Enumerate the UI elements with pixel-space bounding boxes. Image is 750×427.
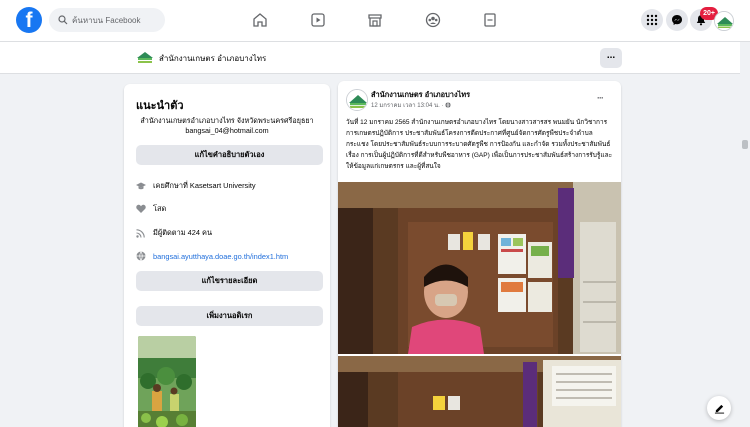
intro-bio: สำนักงานเกษตรอำเภอบางไทร จังหวัดพระนครศร… [136,116,318,136]
compose-icon [714,404,724,414]
search-icon [58,15,68,25]
messenger-icon[interactable] [666,9,688,31]
globe-icon [136,251,146,261]
menu-grid-icon[interactable] [641,9,663,31]
followers-row: มีผู้ติดตาม 424 คน [136,227,212,239]
post-timestamp[interactable]: 12 มกราคม เวลา 13:04 น. · [371,100,451,110]
bio-email: bangsai_04@hotmail.com [185,126,269,135]
post-text: วันที่ 12 มกราคม 2565 สำนักงานเกษตรอำเภอ… [346,119,613,170]
post-photo-2[interactable] [338,356,621,427]
post-card: สำนักงานเกษตร อำเภอบางไทร 12 มกราคม เวลา… [338,81,621,427]
search-box[interactable] [49,8,165,32]
relationship-text: โสด [153,204,167,213]
intro-title: แนะนำตัว [136,100,184,112]
page-name[interactable]: สำนักงานเกษตร อำเภอบางไทร [159,52,266,65]
marketplace-icon[interactable] [364,9,386,31]
edit-bio-button[interactable]: แก้ไขคำอธิบายตัวเอง [136,145,323,165]
intro-card: แนะนำตัว สำนักงานเกษตรอำเภอบางไทร จังหวั… [124,84,330,427]
post-author-avatar[interactable] [346,89,368,111]
followers-text: มีผู้ติดตาม 424 คน [153,228,213,237]
profile-avatar[interactable] [714,11,734,31]
search-input[interactable] [72,15,162,25]
add-hobbies-button[interactable]: เพิ่มงานอดิเรก [136,306,323,326]
education-text: เคยศึกษาที่ Kasetsart University [153,181,256,190]
graduation-cap-icon [136,182,146,190]
news-feed-icon[interactable] [479,9,501,31]
website-link[interactable]: bangsai.ayutthaya.doae.go.th/index1.htm [153,252,288,261]
website-row: bangsai.ayutthaya.doae.go.th/index1.htm [136,251,288,261]
scrollbar-track[interactable] [740,42,750,427]
heart-icon [136,204,146,213]
post-time-text: 12 มกราคม เวลา 13:04 น. · [371,103,446,109]
rss-feed-icon [136,229,145,238]
education-row: เคยศึกษาที่ Kasetsart University [136,180,256,192]
featured-photo[interactable] [138,336,196,427]
facebook-logo[interactable]: f [16,7,42,33]
relationship-row: โสด [136,203,166,215]
page-more-button[interactable]: ... [600,48,622,68]
bio-text: สำนักงานเกษตรอำเภอบางไทร จังหวัดพระนครศร… [140,116,314,125]
new-message-button[interactable] [707,396,731,420]
globe-privacy-icon [445,102,451,108]
post-options-button[interactable]: ··· [597,93,604,103]
top-navigation-bar: f 20+ [0,0,750,42]
page-header-strip: สำนักงานเกษตร อำเภอบางไทร ... [0,42,740,74]
scrollbar-thumb[interactable] [742,140,748,149]
watch-icon[interactable] [307,9,329,31]
post-photo[interactable] [338,182,621,354]
home-icon[interactable] [249,9,271,31]
edit-details-button[interactable]: แก้ไขรายละเอียด [136,271,323,291]
groups-icon[interactable] [422,9,444,31]
page-logo-icon [137,52,153,63]
